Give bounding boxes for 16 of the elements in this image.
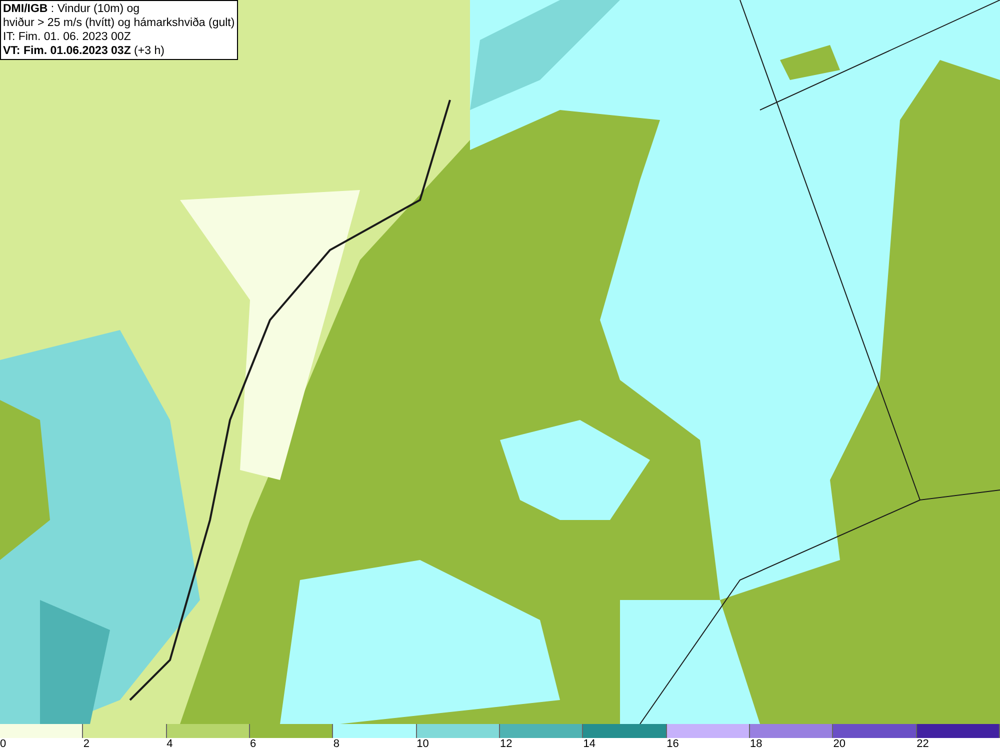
legend-tick-label: 14 bbox=[583, 738, 596, 751]
legend-tick-label: 18 bbox=[750, 738, 762, 751]
info-line: IT: Fim. 01. 06. 2023 00Z bbox=[3, 30, 132, 44]
info-line: DMI/IGB : Vindur (10m) og bbox=[3, 2, 141, 16]
legend-tick-label: 16 bbox=[666, 738, 679, 751]
legend-tick-label: 10 bbox=[416, 738, 429, 751]
legend-tick-label: 2 bbox=[83, 738, 90, 751]
legend-tick-label: 6 bbox=[250, 738, 256, 751]
legend-tick-label: 4 bbox=[166, 738, 173, 751]
legend-tick-label: 12 bbox=[500, 738, 512, 751]
info-line: VT: Fim. 01.06.2023 03Z (+3 h) bbox=[3, 44, 166, 58]
legend-tick-label: 0 bbox=[0, 738, 6, 751]
legend-tick-label: 20 bbox=[833, 738, 846, 751]
legend-tick-label: 22 bbox=[916, 738, 929, 751]
info-line: hviður > 25 m/s (hvítt) og hámarkshviða (gult) bbox=[3, 16, 235, 30]
legend-tick-label: 8 bbox=[333, 738, 340, 751]
